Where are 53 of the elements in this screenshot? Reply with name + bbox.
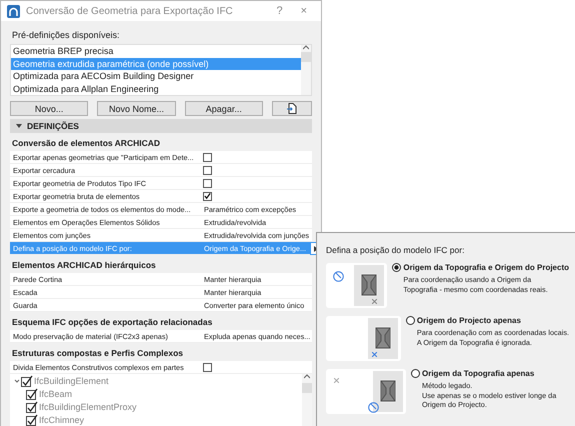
origin-option[interactable]: Origem do Projecto apenas [406,316,569,325]
radio-button[interactable] [406,316,415,325]
cross-icon [372,352,377,357]
cross-icon [334,378,339,383]
help-button[interactable]: ? [270,5,289,17]
checkbox[interactable] [203,178,212,188]
checkbox[interactable] [21,374,33,386]
building-plan-icon [373,371,403,412]
origin-option[interactable]: Origem da Topografia apenas [411,369,556,378]
radio-button[interactable] [411,369,420,378]
origin-icon [333,271,344,282]
checkbox[interactable] [26,414,38,426]
group-title: Estruturas compostas e Perfis Complexos [11,347,184,360]
tree-item-label[interactable]: IfcBuildingElementProxy [39,402,137,412]
checkbox[interactable] [203,192,212,200]
window-title: Conversão de Geometria para Exportação IFC [26,6,234,16]
checkbox[interactable] [203,362,212,372]
section-header[interactable]: DEFINIÇÕES [10,119,312,133]
scroll-up-icon[interactable] [304,374,310,379]
preset-button[interactable]: Apagar... [184,101,263,116]
scrollbar[interactable] [302,374,312,426]
popup-title: Defina a posição do modelo IFC por: [326,245,466,255]
tree-item-label[interactable]: IfcBuildingElement [34,376,109,386]
checkbox[interactable] [26,400,38,412]
app-icon [7,4,20,18]
import-file-icon [286,103,297,114]
cross-icon [372,299,377,304]
expand-caret-icon[interactable] [14,378,20,384]
preset-item[interactable]: Optimizada para Allplan Engineering [11,82,301,95]
tree-item-label[interactable]: IfcChimney [39,414,84,424]
scroll-up-icon[interactable] [303,45,309,50]
presets-label: Pré-definições disponíveis: [12,30,121,40]
checkbox[interactable] [203,152,212,162]
preset-item[interactable]: Geometria BREP precisa [11,45,301,58]
preset-button[interactable]: Novo Nome... [97,101,176,116]
origin-icon [368,402,379,413]
radio-button[interactable] [392,263,402,272]
checkbox[interactable] [26,388,38,400]
section-title: DEFINIÇÕES [27,121,79,131]
import-button[interactable] [272,101,312,116]
preset-button[interactable]: Novo... [10,101,88,116]
building-plan-icon [354,265,384,306]
scrollbar[interactable] [301,45,311,95]
building-plan-icon [368,318,398,359]
close-button[interactable]: × [294,5,313,17]
checkbox[interactable] [203,166,212,174]
group-title: Elementos ARCHICAD hierárquicos [11,259,157,272]
collapse-caret-icon[interactable] [16,123,22,129]
group-title: Conversão de elementos ARCHICAD [11,137,161,150]
tree-item-label[interactable]: IfcBeam [39,388,72,398]
group-title: Esquema IFC opções de exportação relacionadas [11,316,214,329]
origin-option[interactable]: Origem da Topografia e Origem do Projecto [392,263,569,272]
preset-item[interactable]: Optimizada para AECOsim Building Designer [11,70,301,82]
